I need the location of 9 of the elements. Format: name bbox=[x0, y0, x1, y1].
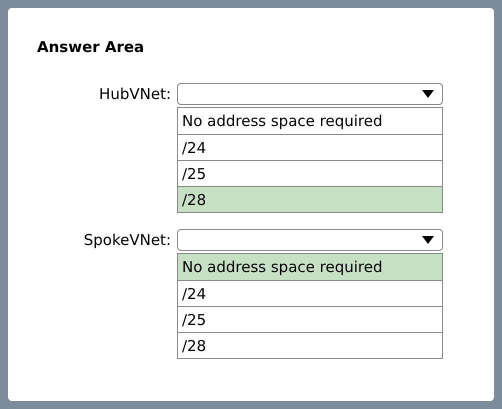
field-label: SpokeVNet: bbox=[82, 230, 172, 250]
dropdown-option[interactable]: No address space required bbox=[178, 254, 442, 280]
dropdown-option[interactable]: /28 bbox=[178, 186, 442, 212]
caret-icon bbox=[422, 236, 434, 244]
dropdown-field[interactable] bbox=[177, 228, 443, 250]
answer-area-title: Answer Area bbox=[37, 37, 146, 58]
dropdown-field[interactable] bbox=[177, 82, 443, 104]
caret-icon bbox=[422, 90, 434, 98]
field-label: HubVNet: bbox=[98, 84, 172, 104]
